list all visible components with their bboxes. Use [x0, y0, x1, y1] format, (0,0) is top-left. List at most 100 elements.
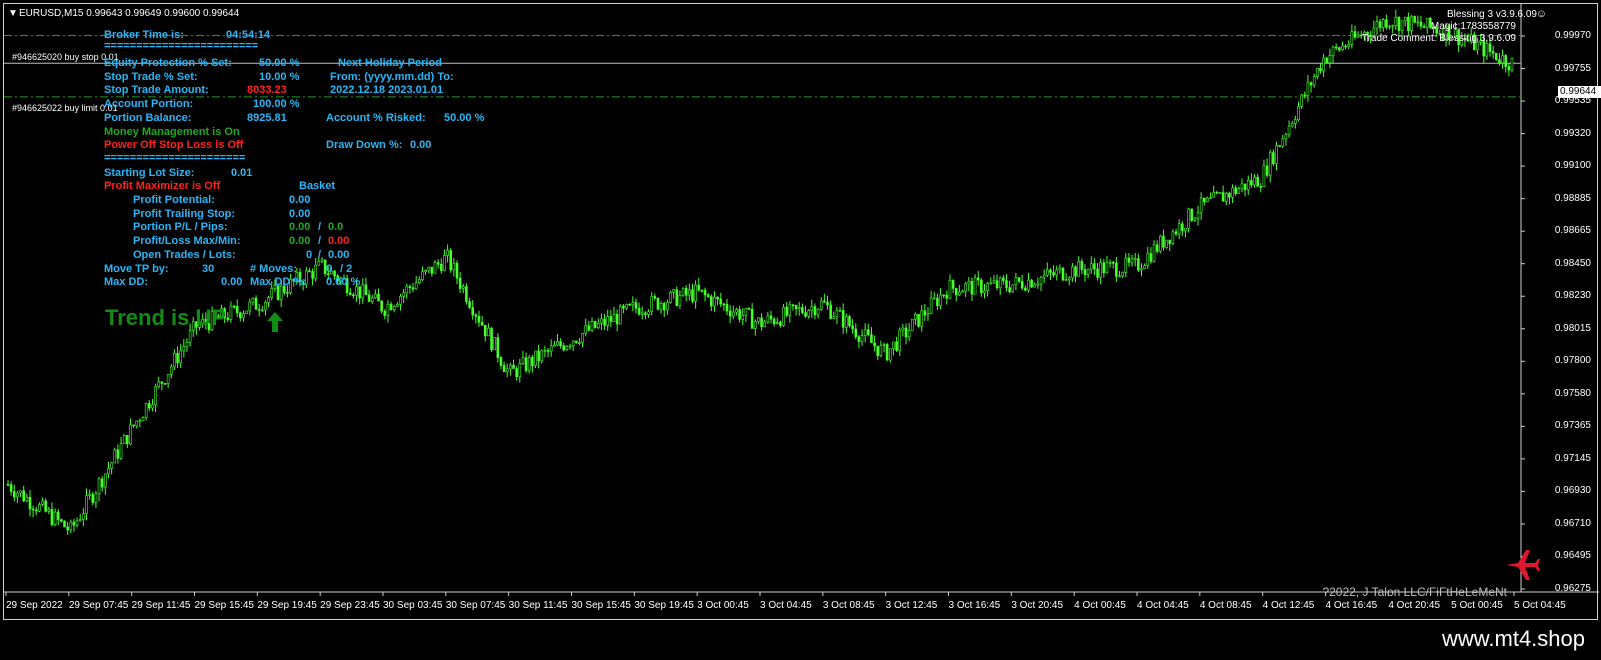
candle-body: [1155, 244, 1159, 252]
candle-body: [515, 368, 518, 377]
candle-body: [961, 290, 964, 293]
candle-body: [1052, 272, 1055, 276]
candle-body: [53, 511, 57, 525]
candle-body: [728, 310, 732, 317]
profit-trailing-value: 0.00: [289, 208, 311, 220]
candle-body: [1045, 269, 1049, 276]
buy-limit-order-label[interactable]: #946625022 buy limit 0.01: [12, 104, 118, 113]
candle-body: [1388, 25, 1391, 28]
candle-body: [1416, 21, 1420, 24]
candle-body: [697, 284, 701, 291]
candle-body: [1083, 269, 1087, 276]
candle-body: [1501, 55, 1504, 64]
account-portion-label: Account Portion:: [104, 98, 194, 110]
candle-body: [386, 303, 390, 316]
candle-body: [1419, 21, 1423, 27]
candle-body: [575, 340, 578, 343]
candle-body: [1246, 180, 1250, 191]
candle-body: [1403, 16, 1407, 22]
candle-body: [732, 311, 735, 317]
candle-body: [1491, 51, 1495, 54]
candle-body: [69, 521, 73, 531]
candle-body: [242, 313, 245, 319]
candle-body: [173, 352, 176, 368]
price-chart[interactable]: [4, 4, 1599, 621]
candle-body: [107, 468, 110, 475]
price-axis-label: 0.98015: [1554, 322, 1591, 334]
max-dd-label: Max DD:: [104, 276, 149, 288]
candle-body: [364, 284, 368, 296]
candle-body: [1356, 34, 1360, 38]
candle-body: [769, 315, 773, 320]
separator-line-2: ======================: [104, 152, 246, 164]
candle-body: [870, 334, 873, 343]
candle-body: [540, 350, 544, 362]
candle-body: [1228, 192, 1231, 198]
dropdown-triangle-icon[interactable]: ▼: [8, 9, 18, 19]
candle-body: [477, 315, 481, 323]
price-axis-label: 0.97800: [1554, 355, 1591, 367]
candle-body: [1319, 68, 1322, 72]
candle-body: [505, 368, 509, 373]
candle-body: [625, 303, 628, 309]
website-watermark[interactable]: www.mt4.shop: [1442, 626, 1585, 652]
candle-body: [47, 509, 51, 512]
max-dd-pct-value: 0.00 %: [326, 276, 361, 288]
candle-body: [1407, 16, 1410, 31]
candle-body: [1002, 277, 1005, 281]
buy-stop-order-label[interactable]: #946625020 buy stop 0.01: [12, 53, 119, 62]
candle-body: [50, 509, 54, 525]
candle-body: [876, 345, 880, 357]
candle-body: [835, 310, 839, 318]
candle-body: [1243, 183, 1247, 191]
candle-body: [1297, 106, 1300, 120]
ea-trade-comment: Trade Comment: Blessing 3.9.6.09: [1361, 33, 1516, 44]
max-dd-pct-label: Max DD %:: [250, 276, 307, 288]
candle-body: [976, 277, 980, 281]
time-axis-label: 30 Sep 07:45: [445, 600, 506, 611]
candle-body: [829, 304, 832, 319]
starting-lot-label: Starting Lot Size:: [104, 167, 195, 179]
candle-body: [1064, 279, 1068, 281]
candle-body: [405, 286, 409, 294]
candle-body: [791, 304, 795, 307]
candle-body: [703, 289, 707, 296]
candle-body: [1033, 284, 1037, 288]
candle-body: [615, 314, 619, 325]
candle-body: [804, 312, 807, 317]
price-axis-label: 0.99320: [1554, 127, 1591, 139]
holiday-from-to: From: (yyyy.mm.dd) To:: [330, 71, 454, 83]
candle-body: [854, 328, 858, 338]
moves-value: 0: [326, 263, 333, 275]
candle-body: [261, 309, 264, 312]
candle-body: [1105, 262, 1109, 274]
candle-body: [1014, 277, 1018, 286]
chart-area[interactable]: ▼ EURUSD,M15 0.99643 0.99649 0.99600 0.9…: [3, 3, 1601, 621]
account-risked-label: Account % Risked:: [326, 112, 426, 124]
candle-body: [380, 300, 383, 312]
candle-body: [945, 294, 949, 299]
candle-body: [1165, 239, 1168, 248]
candle-body: [584, 325, 588, 334]
candle-body: [1130, 258, 1134, 263]
candle-body: [562, 345, 566, 351]
candle-body: [1143, 265, 1146, 269]
portion-balance-label: Portion Balance:: [104, 112, 192, 124]
candle-body: [863, 329, 867, 336]
candle-body: [63, 520, 66, 528]
candle-body: [543, 349, 547, 352]
candle-body: [1338, 47, 1341, 51]
candle-body: [735, 309, 738, 313]
candle-body: [1115, 262, 1118, 277]
candle-body: [433, 262, 437, 274]
candle-body: [669, 292, 672, 303]
candle-body: [882, 344, 886, 346]
price-axis-label: 0.98230: [1554, 290, 1591, 302]
candle-body: [430, 266, 434, 274]
candle-body: [1300, 94, 1303, 107]
candle-body: [618, 305, 622, 325]
candle-body: [634, 302, 638, 309]
time-axis-label: 5 Oct 04:45: [1514, 600, 1566, 611]
time-axis-label: 4 Oct 00:45: [1074, 600, 1126, 611]
candle-body: [267, 297, 270, 303]
